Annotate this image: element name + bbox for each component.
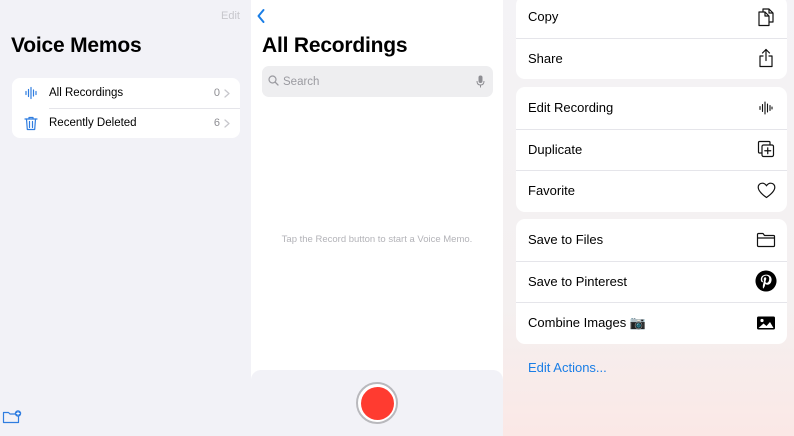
folder-icon (755, 229, 777, 251)
trash-icon (12, 116, 49, 131)
action-label: Favorite (528, 183, 575, 199)
sidebar-item-count: 0 (213, 87, 220, 99)
sidebar-title: Voice Memos (11, 34, 142, 57)
search-input[interactable]: Search (262, 66, 493, 97)
sidebar-list: All Recordings 0 Recently Deleted 6 (12, 78, 240, 138)
action-save-to-files[interactable]: Save to Files (516, 219, 787, 261)
copy-icon (755, 6, 777, 28)
pinterest-icon (755, 270, 777, 292)
record-dot-icon (360, 386, 394, 420)
chevron-right-icon (224, 118, 230, 128)
search-placeholder: Search (283, 75, 320, 88)
chevron-right-icon (224, 88, 230, 98)
action-label: Combine Images 📷 (528, 314, 647, 330)
action-label: Share (528, 50, 563, 66)
action-label: Save to Files (528, 232, 604, 248)
sidebar-item-count: 6 (213, 117, 220, 129)
recordings-panel: All Recordings Search Tap the Record but… (251, 0, 503, 436)
action-label: Save to Pinterest (528, 273, 627, 289)
duplicate-icon (755, 138, 777, 160)
empty-state-message: Tap the Record button to start a Voice M… (281, 234, 473, 245)
action-combine-images[interactable]: Combine Images 📷 (516, 302, 787, 344)
new-folder-icon[interactable] (2, 409, 22, 430)
photo-icon (755, 312, 777, 334)
sidebar: Edit Voice Memos All Recordings 0 Recent… (0, 0, 251, 436)
sidebar-item-recently-deleted[interactable]: Recently Deleted 6 (12, 108, 240, 138)
action-favorite[interactable]: Favorite (516, 170, 787, 212)
record-button[interactable] (356, 382, 398, 424)
record-bar (251, 370, 503, 436)
share-group-2: Edit Recording Duplicate Favorite (516, 87, 787, 212)
action-duplicate[interactable]: Duplicate (516, 128, 787, 171)
heart-icon (755, 180, 777, 202)
waveform-icon (12, 86, 49, 100)
share-group-3: Save to Files Save to Pinterest Combine … (516, 219, 787, 344)
action-share[interactable]: Share (516, 37, 787, 80)
microphone-icon[interactable] (476, 75, 485, 88)
share-icon (755, 47, 777, 69)
sidebar-item-label: Recently Deleted (49, 117, 137, 129)
share-sheet: Copy Share Edit Recording Duplicate Favo… (503, 0, 794, 436)
search-icon (268, 73, 279, 91)
action-label: Edit Recording (528, 100, 614, 116)
edit-actions-link[interactable]: Edit Actions... (528, 360, 607, 375)
waveform-icon (755, 97, 777, 119)
action-label: Duplicate (528, 141, 583, 157)
action-save-to-pinterest[interactable]: Save to Pinterest (516, 260, 787, 303)
action-edit-recording[interactable]: Edit Recording (516, 87, 787, 129)
page-title: All Recordings (262, 34, 408, 57)
sidebar-item-all-recordings[interactable]: All Recordings 0 (12, 78, 240, 108)
action-label: Copy (528, 9, 559, 25)
edit-button[interactable]: Edit (221, 10, 240, 22)
sidebar-item-label: All Recordings (49, 87, 124, 99)
action-copy[interactable]: Copy (516, 0, 787, 38)
share-group-1: Copy Share (516, 0, 787, 79)
back-chevron-icon[interactable] (256, 8, 266, 29)
